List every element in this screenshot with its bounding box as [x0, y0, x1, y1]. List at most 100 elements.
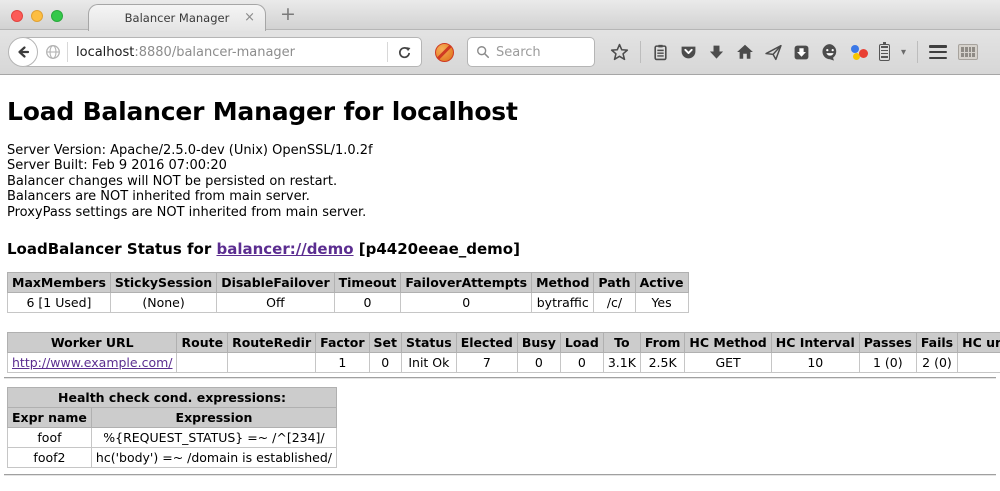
server-built-line: Server Built: Feb 9 2016 07:00:20 — [7, 158, 1000, 173]
send-plane-icon[interactable] — [765, 44, 782, 61]
column-header: FailoverAttempts — [401, 273, 532, 293]
column-header: Passes — [859, 333, 916, 353]
cell-expr-name: foof2 — [8, 448, 92, 468]
column-header: Route — [177, 333, 228, 353]
cell-active: Yes — [635, 293, 688, 313]
health-check-table: Health check cond. expressions: Expr nam… — [7, 387, 337, 468]
extension-dots-icon[interactable] — [850, 44, 868, 61]
cell-method: bytraffic — [532, 293, 594, 313]
table-row: foof2 hc('body') =~ /domain is establish… — [8, 448, 337, 468]
back-icon — [15, 44, 31, 60]
url-bar[interactable]: localhost:8880/balancer-manager — [22, 37, 422, 67]
column-header: RouteRedir — [228, 333, 316, 353]
bookmark-star-icon[interactable] — [610, 43, 629, 62]
persist-note-line: Balancer changes will NOT be persisted o… — [7, 174, 1000, 189]
menu-icon[interactable] — [929, 45, 947, 59]
reload-button[interactable] — [387, 42, 421, 62]
titlebar: Balancer Manager × + — [0, 0, 1000, 30]
cell-busy: 0 — [517, 353, 560, 373]
cell-from: 2.5K — [640, 353, 685, 373]
column-header: Worker URL — [8, 333, 177, 353]
column-header: Elected — [456, 333, 517, 353]
column-header: Fails — [916, 333, 957, 353]
server-version-line: Server Version: Apache/2.5.0-dev (Unix) … — [7, 143, 1000, 158]
inherit-note-line: Balancers are NOT inherited from main se… — [7, 189, 1000, 204]
cell-expr-name: foof — [8, 428, 92, 448]
cell-load: 0 — [560, 353, 603, 373]
column-header: HC Method — [685, 333, 771, 353]
column-header: Set — [369, 333, 401, 353]
column-header: From — [640, 333, 685, 353]
column-header: Expression — [91, 408, 336, 428]
cell-worker-url: http://www.example.com/ — [8, 353, 177, 373]
toolbar-divider — [640, 41, 641, 63]
proxypass-note-line: ProxyPass settings are NOT inherited fro… — [7, 205, 1000, 220]
health-table-title: Health check cond. expressions: — [8, 388, 337, 408]
toolbar-divider — [917, 41, 918, 63]
page-title: Load Balancer Manager for localhost — [7, 75, 1000, 126]
column-header: Busy — [517, 333, 560, 353]
search-input[interactable] — [496, 45, 586, 60]
cell-elected: 7 — [456, 353, 517, 373]
cell-expression: %{REQUEST_STATUS} =~ /^[234]/ — [91, 428, 336, 448]
cell-to: 3.1K — [603, 353, 640, 373]
bottom-rule — [4, 474, 996, 476]
new-tab-button[interactable]: + — [280, 3, 296, 25]
search-icon — [476, 45, 490, 59]
cell-set: 0 — [369, 353, 401, 373]
balancer-params-table: MaxMembers StickySession DisableFailover… — [7, 272, 689, 313]
tab-close-icon[interactable]: × — [244, 10, 255, 25]
column-header: MaxMembers — [8, 273, 111, 293]
cell-fails: 2 (0) — [916, 353, 957, 373]
window-minimize-button[interactable] — [31, 10, 43, 22]
cell-expression: hc('body') =~ /domain is established/ — [91, 448, 336, 468]
battery-icon[interactable] — [879, 44, 890, 61]
tab-groups-icon[interactable] — [958, 44, 978, 60]
column-header: Status — [402, 333, 457, 353]
home-icon[interactable] — [736, 43, 754, 61]
cell-failoverattempts: 0 — [401, 293, 532, 313]
tab-balancer-manager[interactable]: Balancer Manager × — [88, 4, 266, 31]
cell-disablefailover: Off — [217, 293, 334, 313]
cell-factor: 1 — [316, 353, 369, 373]
window-controls — [11, 10, 63, 22]
worker-url-link[interactable]: http://www.example.com/ — [12, 355, 172, 370]
column-header: Factor — [316, 333, 369, 353]
url-text[interactable]: localhost:8880/balancer-manager — [76, 45, 387, 60]
status-heading: LoadBalancer Status for balancer://demo … — [7, 240, 1000, 258]
smiley-icon[interactable] — [821, 43, 839, 61]
search-bar[interactable] — [467, 37, 595, 67]
table-row: 6 [1 Used] (None) Off 0 0 bytraffic /c/ … — [8, 293, 689, 313]
server-info: Server Version: Apache/2.5.0-dev (Unix) … — [7, 143, 1000, 220]
table-row: http://www.example.com/ 1 0 Init Ok 7 0 … — [8, 353, 1000, 373]
divider-rule — [4, 377, 996, 379]
status-prefix: LoadBalancer Status for — [7, 240, 211, 258]
balancer-link[interactable]: balancer://demo — [216, 240, 353, 258]
reading-list-icon[interactable] — [652, 44, 669, 61]
column-header: Load — [560, 333, 603, 353]
flashblock-icon[interactable] — [435, 43, 454, 62]
cell-hc-method: GET — [685, 353, 771, 373]
column-header: Method — [532, 273, 594, 293]
tab-title: Balancer Manager — [125, 11, 230, 25]
downloads-icon[interactable] — [708, 44, 725, 61]
column-header: DisableFailover — [217, 273, 334, 293]
status-suffix: [p4420eeae_demo] — [359, 240, 520, 258]
column-header: Path — [594, 273, 635, 293]
cell-status: Init Ok — [402, 353, 457, 373]
url-divider — [67, 42, 68, 62]
reload-icon — [397, 45, 412, 60]
url-host: localhost — [76, 45, 134, 60]
video-download-icon[interactable] — [793, 44, 810, 61]
window-zoom-button[interactable] — [51, 10, 63, 22]
cell-stickysession: (None) — [110, 293, 216, 313]
dropdown-caret-icon[interactable]: ▾ — [901, 47, 906, 58]
pocket-icon[interactable] — [680, 44, 697, 61]
cell-routeredir — [228, 353, 316, 373]
page-content: Load Balancer Manager for localhost Serv… — [0, 75, 1000, 491]
back-button[interactable] — [8, 37, 38, 67]
table-row: foof %{REQUEST_STATUS} =~ /^[234]/ — [8, 428, 337, 448]
window-close-button[interactable] — [11, 10, 23, 22]
cell-hc-interval: 10 — [771, 353, 859, 373]
browser-window: Balancer Manager × + localhost:8880/bala… — [0, 0, 1000, 491]
